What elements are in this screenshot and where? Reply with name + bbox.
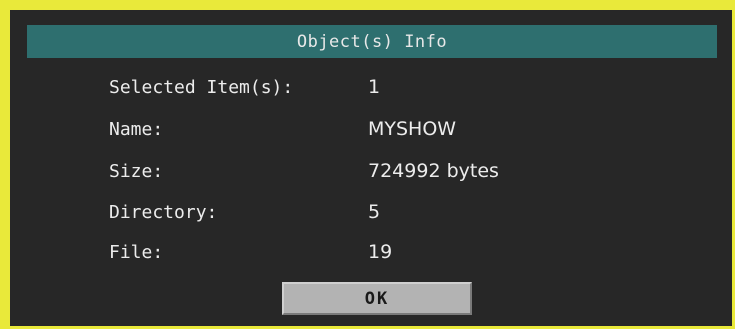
selected-items-value: 1 [368,76,381,98]
directory-value: 5 [368,201,381,223]
selected-items-label: Selected Item(s): [109,76,294,98]
info-row-name: Name: MYSHOW [10,115,732,143]
name-value: MYSHOW [368,118,457,140]
dialog-title: Object(s) Info [296,31,448,52]
info-row-selected-items: Selected Item(s): 1 [10,73,732,101]
dialog-frame: Object(s) Info Selected Item(s): 1 Name:… [0,0,735,329]
ok-button-label: OK [364,288,390,309]
file-label: File: [109,241,164,263]
info-row-size: Size: 724992 bytes [10,157,732,185]
info-row-directory: Directory: 5 [10,198,732,226]
info-row-file: File: 19 [10,238,732,266]
name-label: Name: [109,118,164,140]
ok-button[interactable]: OK [282,282,472,315]
directory-label: Directory: [109,201,218,223]
dialog-title-bar: Object(s) Info [27,25,717,58]
size-value: 724992 bytes [368,160,499,182]
size-label: Size: [109,160,164,182]
object-info-dialog: Object(s) Info Selected Item(s): 1 Name:… [10,10,732,326]
file-value: 19 [368,241,393,263]
